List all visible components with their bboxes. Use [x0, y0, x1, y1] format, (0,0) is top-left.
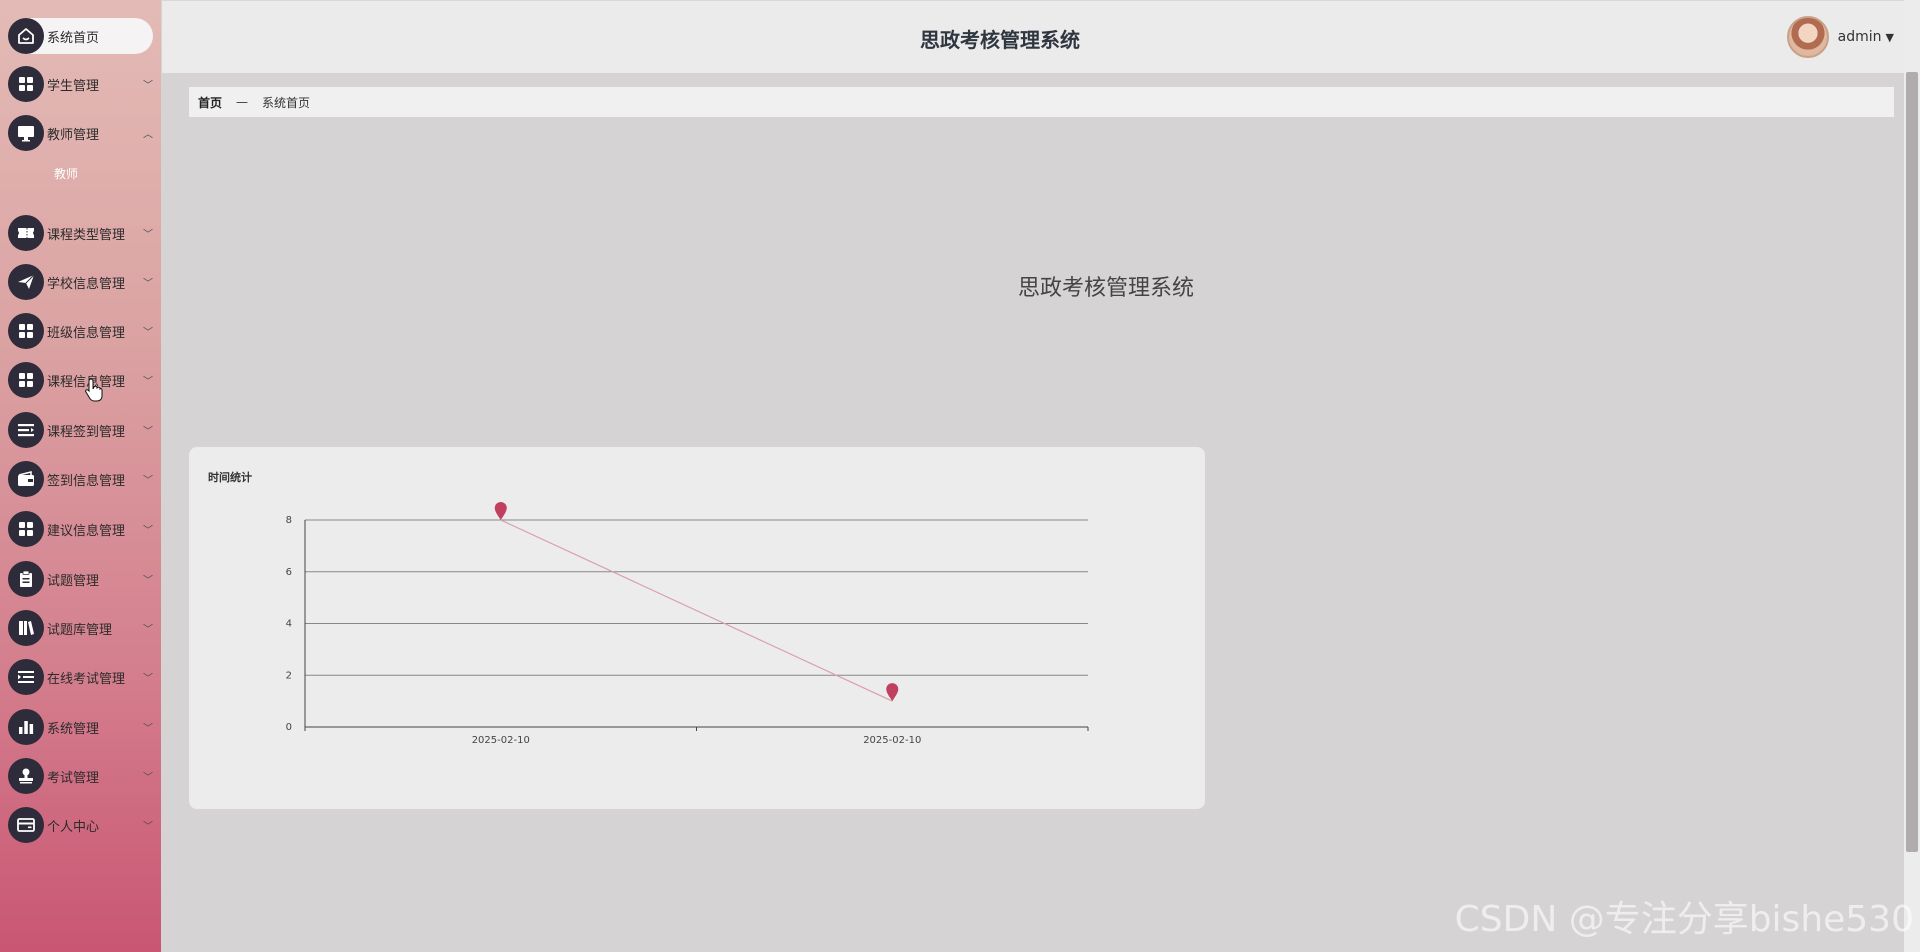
list-icon: [8, 412, 44, 448]
sidebar-item-label: 学生管理: [47, 78, 100, 94]
sidebar-item-label: 考试管理: [47, 770, 100, 786]
grid-icon: [8, 511, 44, 547]
chevron-down-icon[interactable]: ﹀: [143, 226, 153, 241]
sidebar-item-label: 个人中心: [47, 819, 100, 835]
breadcrumb: 首页 — 系统首页: [189, 87, 1894, 117]
chevron-down-icon[interactable]: ﹀: [143, 77, 153, 92]
chevron-down-icon[interactable]: ﹀: [143, 522, 153, 537]
sidebar-item-15[interactable]: 个人中心 ﹀: [8, 807, 153, 843]
sidebar-item-2[interactable]: 教师管理 ︿: [8, 115, 153, 151]
breadcrumb-home[interactable]: 首页: [198, 94, 222, 111]
y-tick-label: 6: [286, 567, 292, 578]
sidebar-item-label: 签到信息管理: [47, 473, 126, 489]
bar-chart-icon: [8, 709, 44, 745]
chevron-down-icon[interactable]: ﹀: [143, 621, 153, 636]
submenu-item-teacher[interactable]: 教师: [54, 165, 78, 182]
chevron-down-icon[interactable]: ﹀: [143, 720, 153, 735]
sidebar-item-0[interactable]: 系统首页: [8, 18, 153, 54]
breadcrumb-current: 系统首页: [262, 95, 311, 110]
grid-icon: [8, 66, 44, 102]
chevron-down-icon[interactable]: ﹀: [143, 472, 153, 487]
chevron-down-icon[interactable]: ﹀: [143, 275, 153, 290]
chart-card: 时间统计 0 2 4 6 8 2025-02-10 2025-02-10: [189, 447, 1205, 809]
chevron-down-icon[interactable]: ﹀: [143, 572, 153, 587]
user-menu[interactable]: admin ▼: [1786, 16, 1894, 58]
sidebar-item-label: 建议信息管理: [47, 523, 126, 539]
line-chart: 0 2 4 6 8 2025-02-10 2025-02-10: [286, 502, 1089, 746]
sidebar-item-label: 学校信息管理: [47, 276, 126, 292]
caret-down-icon[interactable]: ▼: [1886, 31, 1894, 44]
x-tick-label: 2025-02-10: [863, 735, 921, 746]
avatar[interactable]: [1786, 16, 1829, 58]
sidebar-item-label: 系统管理: [47, 721, 100, 737]
sidebar-item-10[interactable]: 试题管理 ﹀: [8, 561, 153, 597]
sidebar-item-8[interactable]: 签到信息管理 ﹀: [8, 461, 153, 497]
top-header: 思政考核管理系统 admin ▼: [162, 0, 1920, 73]
sidebar-item-6[interactable]: 课程信息管理 ﹀: [8, 362, 153, 398]
app-title: 思政考核管理系统: [920, 28, 1080, 52]
watermark: CSDN @专注分享bishe530: [1454, 899, 1914, 940]
chevron-down-icon[interactable]: ﹀: [143, 818, 153, 833]
sidebar-item-label: 课程签到管理: [47, 424, 126, 440]
chevron-down-icon[interactable]: ﹀: [143, 769, 153, 784]
sidebar-item-11[interactable]: 试题库管理 ﹀: [8, 610, 153, 646]
sidebar-item-13[interactable]: 系统管理 ﹀: [8, 709, 153, 745]
sidebar-item-3[interactable]: 课程类型管理 ﹀: [8, 215, 153, 251]
welcome-title: 思政考核管理系统: [1017, 276, 1194, 301]
sidebar: 系统首页 学生管理 ﹀ 教师管理 ︿ 课程类型管理 ﹀ 学校信息管理 ﹀ 班级信息管理 ﹀ 课程信息管…: [0, 0, 161, 952]
sidebar-item-label: 教师管理: [47, 127, 100, 143]
data-point-marker: [886, 683, 899, 702]
ticket-icon: [8, 215, 44, 251]
book-icon: [8, 610, 44, 646]
sidebar-item-label: 试题管理: [47, 573, 100, 589]
y-tick-label: 2: [286, 670, 292, 681]
sidebar-item-label: 班级信息管理: [47, 325, 126, 341]
hand-cursor-icon: [85, 378, 103, 402]
card-icon: [8, 807, 44, 843]
data-point-marker: [494, 502, 507, 520]
sidebar-item-5[interactable]: 班级信息管理 ﹀: [8, 313, 153, 349]
sidebar-item-1[interactable]: 学生管理 ﹀: [8, 66, 153, 102]
x-tick-label: 2025-02-10: [472, 735, 530, 746]
username[interactable]: admin: [1838, 29, 1882, 45]
sidebar-item-label: 在线考试管理: [47, 671, 126, 687]
chevron-up-icon[interactable]: ︿: [143, 126, 153, 141]
y-tick-label: 8: [286, 515, 292, 526]
grid-icon: [8, 362, 44, 398]
sidebar-item-14[interactable]: 考试管理 ﹀: [8, 758, 153, 794]
chevron-down-icon[interactable]: ﹀: [143, 373, 153, 388]
grid-icon: [8, 313, 44, 349]
sidebar-item-12[interactable]: 在线考试管理 ﹀: [8, 659, 153, 695]
breadcrumb-separator: —: [236, 95, 249, 109]
home-icon: [8, 18, 44, 54]
list-indent-icon: [8, 659, 44, 695]
chevron-down-icon[interactable]: ﹀: [143, 670, 153, 685]
wallet-icon: [8, 461, 44, 497]
y-tick-label: 0: [286, 722, 292, 733]
chevron-down-icon[interactable]: ﹀: [143, 423, 153, 438]
sidebar-item-4[interactable]: 学校信息管理 ﹀: [8, 264, 153, 300]
scrollbar-thumb[interactable]: [1906, 72, 1918, 852]
chevron-down-icon[interactable]: ﹀: [143, 324, 153, 339]
sidebar-item-label: 系统首页: [47, 30, 100, 46]
sidebar-item-label: 试题库管理: [47, 622, 113, 638]
stamp-icon: [8, 758, 44, 794]
sidebar-item-label: 课程类型管理: [47, 227, 126, 243]
monitor-icon: [8, 115, 44, 151]
sidebar-item-9[interactable]: 建议信息管理 ﹀: [8, 511, 153, 547]
clipboard-icon: [8, 561, 44, 597]
sidebar-item-7[interactable]: 课程签到管理 ﹀: [8, 412, 153, 448]
series-line: [500, 519, 893, 702]
y-tick-label: 4: [286, 619, 292, 630]
scrollbar-track[interactable]: [1904, 0, 1920, 952]
send-icon: [8, 264, 44, 300]
